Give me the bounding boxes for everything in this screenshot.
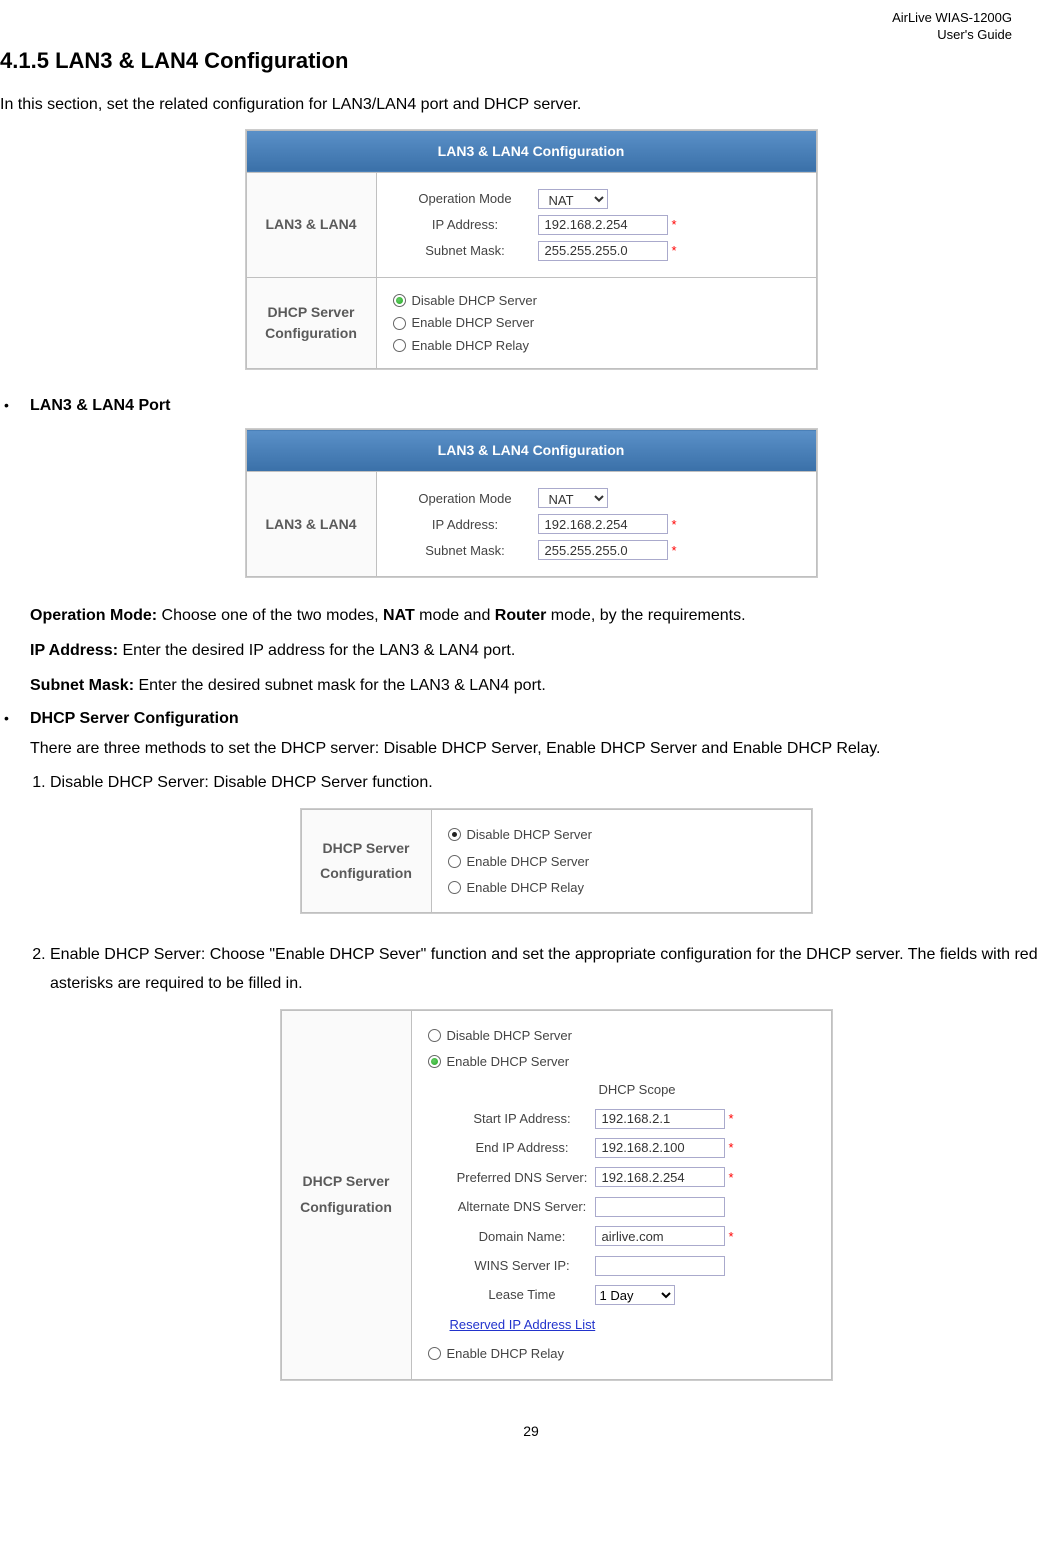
- panel-title: LAN3 & LAN4 Configuration: [246, 430, 816, 472]
- required-asterisk: *: [729, 1107, 734, 1130]
- doc-header: AirLive WIAS-1200G User's Guide: [0, 10, 1062, 44]
- desc-opmode: Operation Mode: Choose one of the two mo…: [30, 602, 1062, 631]
- dhcp-intro-text: There are three methods to set the DHCP …: [30, 735, 1062, 764]
- start-ip-input[interactable]: 192.168.2.1: [595, 1109, 725, 1129]
- row-label-lan: LAN3 & LAN4: [246, 172, 376, 277]
- required-asterisk: *: [672, 215, 677, 235]
- figure-3: DHCP Server Configuration Disable DHCP S…: [50, 808, 1062, 925]
- panel-title: LAN3 & LAN4 Configuration: [246, 130, 816, 172]
- figure-1: LAN3 & LAN4 Configuration LAN3 & LAN4 Op…: [0, 129, 1062, 379]
- figure-4: DHCP Server Configuration Disable DHCP S…: [50, 1009, 1062, 1391]
- opmode-select[interactable]: NAT: [538, 189, 608, 209]
- radio-icon: [428, 1347, 441, 1360]
- page-number: 29: [0, 1421, 1062, 1442]
- bullet-lan-port: • LAN3 & LAN4 Port: [0, 394, 1062, 418]
- desc-ip: IP Address: Enter the desired IP address…: [30, 637, 1062, 666]
- mask-input[interactable]: 255.255.255.0: [538, 540, 668, 560]
- ip-input[interactable]: 192.168.2.254: [538, 514, 668, 534]
- reserved-ip-link[interactable]: Reserved IP Address List: [450, 1313, 596, 1336]
- figure-2: LAN3 & LAN4 Configuration LAN3 & LAN4 Op…: [0, 428, 1062, 586]
- radio-icon: [393, 339, 406, 352]
- radio-icon-checked: [428, 1055, 441, 1068]
- ip-input[interactable]: 192.168.2.254: [538, 215, 668, 235]
- bullet-dhcp-conf: • DHCP Server Configuration There are th…: [0, 707, 1062, 764]
- required-asterisk: *: [729, 1225, 734, 1248]
- intro-text: In this section, set the related configu…: [0, 93, 1062, 117]
- radio-icon-checked: [393, 294, 406, 307]
- end-ip-label: End IP Address:: [450, 1136, 595, 1159]
- radio-enable-dhcp[interactable]: Enable DHCP Server: [428, 1050, 815, 1073]
- radio-enable-dhcp[interactable]: Enable DHCP Server: [448, 850, 795, 873]
- lease-label: Lease Time: [450, 1283, 595, 1306]
- domain-input[interactable]: airlive.com: [595, 1226, 725, 1246]
- mask-label: Subnet Mask:: [393, 241, 538, 261]
- radio-enable-relay[interactable]: Enable DHCP Relay: [393, 336, 800, 356]
- bullet-icon: •: [4, 397, 9, 413]
- wins-label: WINS Server IP:: [450, 1254, 595, 1277]
- radio-icon: [428, 1029, 441, 1042]
- row-label-lan: LAN3 & LAN4: [246, 472, 376, 577]
- row-label-dhcp: DHCP Server Configuration: [281, 1010, 411, 1379]
- opmode-label: Operation Mode: [393, 489, 538, 509]
- row-label-dhcp: DHCP Server Configuration: [246, 277, 376, 369]
- end-ip-input[interactable]: 192.168.2.100: [595, 1138, 725, 1158]
- dhcp-scope-title: DHCP Scope: [460, 1078, 815, 1101]
- adns-label: Alternate DNS Server:: [450, 1195, 595, 1218]
- ip-label: IP Address:: [393, 515, 538, 535]
- desc-mask: Subnet Mask: Enter the desired subnet ma…: [30, 672, 1062, 701]
- section-heading: 4.1.5 LAN3 & LAN4 Configuration: [0, 44, 1062, 77]
- pdns-label: Preferred DNS Server:: [450, 1166, 595, 1189]
- radio-disable-dhcp[interactable]: Disable DHCP Server: [448, 823, 795, 846]
- radio-enable-relay[interactable]: Enable DHCP Relay: [428, 1342, 815, 1365]
- wins-input[interactable]: [595, 1256, 725, 1276]
- adns-input[interactable]: [595, 1197, 725, 1217]
- list-item-disable: Disable DHCP Server: Disable DHCP Server…: [50, 769, 1062, 925]
- radio-icon: [393, 317, 406, 330]
- radio-disable-dhcp[interactable]: Disable DHCP Server: [428, 1024, 815, 1047]
- doc-type: User's Guide: [0, 27, 1012, 44]
- mask-label: Subnet Mask:: [393, 541, 538, 561]
- bullet-icon: •: [4, 710, 9, 726]
- start-ip-label: Start IP Address:: [450, 1107, 595, 1130]
- required-asterisk: *: [672, 515, 677, 535]
- list-item-enable: Enable DHCP Server: Choose "Enable DHCP …: [50, 941, 1062, 1391]
- required-asterisk: *: [729, 1166, 734, 1189]
- row-label-dhcp: DHCP Server Configuration: [301, 810, 431, 913]
- mask-input[interactable]: 255.255.255.0: [538, 241, 668, 261]
- opmode-label: Operation Mode: [393, 189, 538, 209]
- required-asterisk: *: [729, 1136, 734, 1159]
- domain-label: Domain Name:: [450, 1225, 595, 1248]
- radio-icon: [448, 855, 461, 868]
- dhcp-mode-list: Disable DHCP Server: Disable DHCP Server…: [50, 769, 1062, 1391]
- lease-select[interactable]: 1 Day: [595, 1285, 675, 1305]
- pdns-input[interactable]: 192.168.2.254: [595, 1167, 725, 1187]
- required-asterisk: *: [672, 541, 677, 561]
- radio-icon-checked: [448, 828, 461, 841]
- radio-disable-dhcp[interactable]: Disable DHCP Server: [393, 291, 800, 311]
- radio-enable-relay[interactable]: Enable DHCP Relay: [448, 876, 795, 899]
- ip-label: IP Address:: [393, 215, 538, 235]
- radio-icon: [448, 881, 461, 894]
- opmode-select[interactable]: NAT: [538, 488, 608, 508]
- product-name: AirLive WIAS-1200G: [0, 10, 1012, 27]
- radio-enable-dhcp[interactable]: Enable DHCP Server: [393, 313, 800, 333]
- required-asterisk: *: [672, 241, 677, 261]
